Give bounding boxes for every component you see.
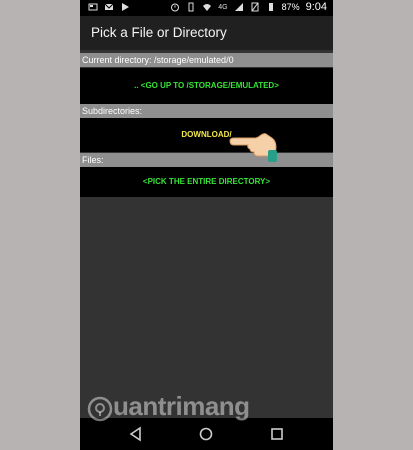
- home-icon[interactable]: [198, 426, 214, 442]
- clock: 9:04: [305, 1, 327, 13]
- subdirectory-item-download[interactable]: DOWNLOAD/: [80, 118, 333, 152]
- quantrimang-logo-icon: [87, 396, 113, 422]
- pointing-hand-icon: [229, 133, 277, 162]
- page-title: Pick a File or Directory: [80, 16, 333, 50]
- battery-icon: [268, 3, 273, 11]
- no-sim-icon: [251, 2, 259, 12]
- back-icon[interactable]: [128, 426, 144, 442]
- status-bar: 4G 87% 9:04: [80, 0, 333, 16]
- current-directory-label: Current directory: /storage/emulated/0: [80, 53, 333, 67]
- network-type: 4G: [218, 3, 228, 11]
- go-up-button-label: .. <GO UP TO /STORAGE/EMULATED>: [134, 81, 279, 90]
- pick-entire-directory-label: <PICK THE ENTIRE DIRECTORY>: [142, 177, 271, 186]
- notification-icons: [88, 2, 130, 12]
- play-store-notification-icon: [122, 3, 129, 11]
- subdirectory-item-label: DOWNLOAD/: [181, 130, 232, 139]
- vibrate-icon: [188, 2, 194, 12]
- watermark-text: uantrimang: [113, 391, 250, 421]
- phone-screen: 4G 87% 9:04 Pick a File or Directory Cur…: [80, 0, 333, 450]
- email-notification-icon: [104, 3, 114, 10]
- alarm-icon: [171, 3, 180, 12]
- go-up-button[interactable]: .. <GO UP TO /STORAGE/EMULATED>: [80, 68, 333, 104]
- system-icons: 4G 87% 9:04: [170, 1, 327, 13]
- subdirectories-label: Subdirectories:: [80, 104, 333, 118]
- recent-apps-icon[interactable]: [269, 426, 285, 442]
- navigation-bar: [80, 418, 333, 450]
- files-label: Files:: [80, 153, 333, 167]
- wifi-icon: [203, 4, 212, 11]
- pick-entire-directory-button[interactable]: <PICK THE ENTIRE DIRECTORY>: [80, 167, 333, 197]
- image-notification-icon: [88, 3, 98, 11]
- battery-percent: 87%: [281, 2, 300, 12]
- signal-icon: [234, 3, 243, 11]
